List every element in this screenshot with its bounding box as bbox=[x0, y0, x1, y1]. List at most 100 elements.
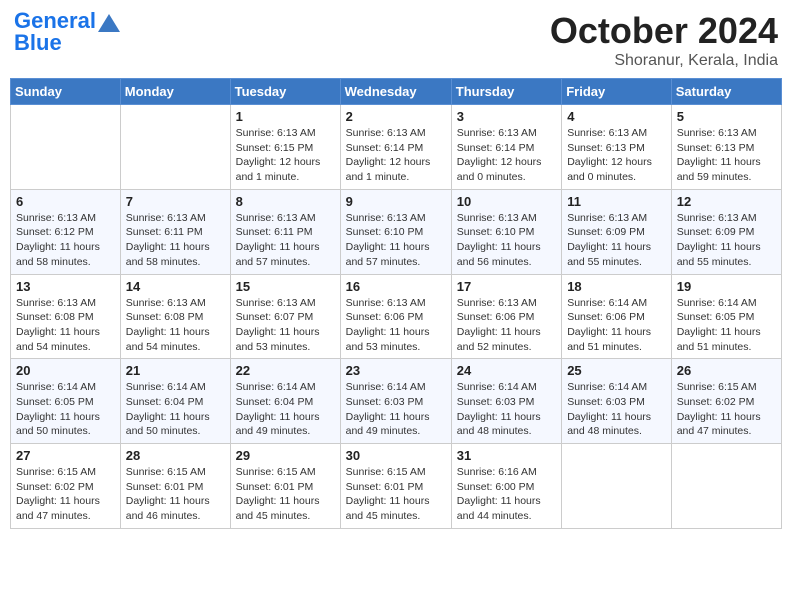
calendar-cell bbox=[11, 105, 121, 190]
calendar-cell: 3Sunrise: 6:13 AMSunset: 6:14 PMDaylight… bbox=[451, 105, 561, 190]
calendar-cell: 4 Sunrise: 6:13 AMSunset: 6:13 PMDaylight… bbox=[562, 105, 672, 190]
calendar-cell: 21 Sunrise: 6:14 AMSunset: 6:04 PMDayligh… bbox=[120, 359, 230, 444]
calendar-cell: 30 Sunrise: 6:15 AMSunset: 6:01 PMDayligh… bbox=[340, 444, 451, 529]
day-info: Sunrise: 6:13 AMSunset: 6:08 PMDaylight:… bbox=[16, 296, 115, 355]
day-number: 18 bbox=[567, 279, 666, 294]
day-info: Sunrise: 6:13 AMSunset: 6:13 PMDaylight:… bbox=[677, 126, 776, 185]
calendar-week-2: 6 Sunrise: 6:13 AMSunset: 6:12 PMDaylight… bbox=[11, 189, 782, 274]
day-number: 21 bbox=[126, 363, 225, 378]
day-info: Sunrise: 6:13 AMSunset: 6:09 PMDaylight:… bbox=[567, 211, 666, 270]
calendar-cell: 19Sunrise: 6:14 AMSunset: 6:05 PMDayligh… bbox=[671, 274, 781, 359]
day-number: 14 bbox=[126, 279, 225, 294]
calendar-cell: 15Sunrise: 6:13 AMSunset: 6:07 PMDayligh… bbox=[230, 274, 340, 359]
calendar-title: October 2024 bbox=[550, 10, 778, 52]
calendar-cell: 6 Sunrise: 6:13 AMSunset: 6:12 PMDaylight… bbox=[11, 189, 121, 274]
day-number: 11 bbox=[567, 194, 666, 209]
logo-text: GeneralBlue bbox=[14, 10, 96, 54]
day-number: 5 bbox=[677, 109, 776, 124]
calendar-week-1: 1 Sunrise: 6:13 AMSunset: 6:15 PMDaylight… bbox=[11, 105, 782, 190]
day-info: Sunrise: 6:13 AMSunset: 6:15 PMDaylight:… bbox=[236, 126, 335, 185]
day-info: Sunrise: 6:13 AMSunset: 6:13 PMDaylight:… bbox=[567, 126, 666, 185]
day-number: 19 bbox=[677, 279, 776, 294]
day-info: Sunrise: 6:13 AMSunset: 6:06 PMDaylight:… bbox=[346, 296, 446, 355]
day-number: 22 bbox=[236, 363, 335, 378]
day-header-friday: Friday bbox=[562, 79, 672, 105]
day-info: Sunrise: 6:14 AMSunset: 6:03 PMDaylight:… bbox=[346, 380, 446, 439]
calendar-cell: 31 Sunrise: 6:16 AMSunset: 6:00 PMDayligh… bbox=[451, 444, 561, 529]
day-info: Sunrise: 6:13 AMSunset: 6:07 PMDaylight:… bbox=[236, 296, 335, 355]
calendar-cell: 18 Sunrise: 6:14 AMSunset: 6:06 PMDayligh… bbox=[562, 274, 672, 359]
day-info: Sunrise: 6:13 AMSunset: 6:14 PMDaylight:… bbox=[457, 126, 556, 185]
day-number: 29 bbox=[236, 448, 335, 463]
day-number: 27 bbox=[16, 448, 115, 463]
day-number: 2 bbox=[346, 109, 446, 124]
calendar-cell: 10 Sunrise: 6:13 AMSunset: 6:10 PMDayligh… bbox=[451, 189, 561, 274]
calendar-cell: 17Sunrise: 6:13 AMSunset: 6:06 PMDayligh… bbox=[451, 274, 561, 359]
calendar-cell: 14 Sunrise: 6:13 AMSunset: 6:08 PMDayligh… bbox=[120, 274, 230, 359]
day-info: Sunrise: 6:13 AMSunset: 6:08 PMDaylight:… bbox=[126, 296, 225, 355]
day-header-wednesday: Wednesday bbox=[340, 79, 451, 105]
day-info: Sunrise: 6:14 AMSunset: 6:05 PMDaylight:… bbox=[16, 380, 115, 439]
day-info: Sunrise: 6:13 AMSunset: 6:10 PMDaylight:… bbox=[346, 211, 446, 270]
day-info: Sunrise: 6:14 AMSunset: 6:04 PMDaylight:… bbox=[126, 380, 225, 439]
calendar-cell: 1 Sunrise: 6:13 AMSunset: 6:15 PMDaylight… bbox=[230, 105, 340, 190]
day-number: 4 bbox=[567, 109, 666, 124]
calendar-cell: 7 Sunrise: 6:13 AMSunset: 6:11 PMDaylight… bbox=[120, 189, 230, 274]
day-header-sunday: Sunday bbox=[11, 79, 121, 105]
calendar-cell: 26Sunrise: 6:15 AMSunset: 6:02 PMDayligh… bbox=[671, 359, 781, 444]
page-header: GeneralBlue October 2024 Shoranur, Keral… bbox=[10, 10, 782, 70]
calendar-cell: 12Sunrise: 6:13 AMSunset: 6:09 PMDayligh… bbox=[671, 189, 781, 274]
calendar-cell: 29 Sunrise: 6:15 AMSunset: 6:01 PMDayligh… bbox=[230, 444, 340, 529]
calendar-subtitle: Shoranur, Kerala, India bbox=[550, 52, 778, 70]
day-number: 1 bbox=[236, 109, 335, 124]
calendar-table: SundayMondayTuesdayWednesdayThursdayFrid… bbox=[10, 78, 782, 529]
day-number: 9 bbox=[346, 194, 446, 209]
day-info: Sunrise: 6:13 AMSunset: 6:11 PMDaylight:… bbox=[236, 211, 335, 270]
title-block: October 2024 Shoranur, Kerala, India bbox=[550, 10, 778, 70]
calendar-cell: 22 Sunrise: 6:14 AMSunset: 6:04 PMDayligh… bbox=[230, 359, 340, 444]
day-header-saturday: Saturday bbox=[671, 79, 781, 105]
day-header-thursday: Thursday bbox=[451, 79, 561, 105]
day-number: 7 bbox=[126, 194, 225, 209]
calendar-cell: 24Sunrise: 6:14 AMSunset: 6:03 PMDayligh… bbox=[451, 359, 561, 444]
day-info: Sunrise: 6:15 AMSunset: 6:01 PMDaylight:… bbox=[236, 465, 335, 524]
day-number: 6 bbox=[16, 194, 115, 209]
calendar-week-4: 20 Sunrise: 6:14 AMSunset: 6:05 PMDayligh… bbox=[11, 359, 782, 444]
calendar-cell: 9 Sunrise: 6:13 AMSunset: 6:10 PMDaylight… bbox=[340, 189, 451, 274]
calendar-cell: 11 Sunrise: 6:13 AMSunset: 6:09 PMDayligh… bbox=[562, 189, 672, 274]
day-info: Sunrise: 6:13 AMSunset: 6:12 PMDaylight:… bbox=[16, 211, 115, 270]
day-info: Sunrise: 6:15 AMSunset: 6:01 PMDaylight:… bbox=[346, 465, 446, 524]
day-number: 30 bbox=[346, 448, 446, 463]
calendar-cell: 27Sunrise: 6:15 AMSunset: 6:02 PMDayligh… bbox=[11, 444, 121, 529]
calendar-cell: 8 Sunrise: 6:13 AMSunset: 6:11 PMDaylight… bbox=[230, 189, 340, 274]
day-number: 10 bbox=[457, 194, 556, 209]
day-info: Sunrise: 6:14 AMSunset: 6:03 PMDaylight:… bbox=[567, 380, 666, 439]
day-number: 20 bbox=[16, 363, 115, 378]
calendar-cell: 23Sunrise: 6:14 AMSunset: 6:03 PMDayligh… bbox=[340, 359, 451, 444]
logo: GeneralBlue bbox=[14, 10, 120, 54]
calendar-cell: 20 Sunrise: 6:14 AMSunset: 6:05 PMDayligh… bbox=[11, 359, 121, 444]
day-number: 28 bbox=[126, 448, 225, 463]
day-number: 16 bbox=[346, 279, 446, 294]
day-number: 13 bbox=[16, 279, 115, 294]
calendar-cell bbox=[120, 105, 230, 190]
day-number: 8 bbox=[236, 194, 335, 209]
day-info: Sunrise: 6:14 AMSunset: 6:04 PMDaylight:… bbox=[236, 380, 335, 439]
day-info: Sunrise: 6:14 AMSunset: 6:06 PMDaylight:… bbox=[567, 296, 666, 355]
day-number: 26 bbox=[677, 363, 776, 378]
day-info: Sunrise: 6:13 AMSunset: 6:10 PMDaylight:… bbox=[457, 211, 556, 270]
day-number: 31 bbox=[457, 448, 556, 463]
day-info: Sunrise: 6:15 AMSunset: 6:01 PMDaylight:… bbox=[126, 465, 225, 524]
day-info: Sunrise: 6:13 AMSunset: 6:11 PMDaylight:… bbox=[126, 211, 225, 270]
calendar-cell: 13 Sunrise: 6:13 AMSunset: 6:08 PMDayligh… bbox=[11, 274, 121, 359]
calendar-cell: 5 Sunrise: 6:13 AMSunset: 6:13 PMDaylight… bbox=[671, 105, 781, 190]
calendar-cell: 28 Sunrise: 6:15 AMSunset: 6:01 PMDayligh… bbox=[120, 444, 230, 529]
day-number: 12 bbox=[677, 194, 776, 209]
day-number: 25 bbox=[567, 363, 666, 378]
day-number: 24 bbox=[457, 363, 556, 378]
day-number: 17 bbox=[457, 279, 556, 294]
day-info: Sunrise: 6:16 AMSunset: 6:00 PMDaylight:… bbox=[457, 465, 556, 524]
calendar-week-5: 27Sunrise: 6:15 AMSunset: 6:02 PMDayligh… bbox=[11, 444, 782, 529]
logo-icon bbox=[98, 14, 120, 32]
day-header-tuesday: Tuesday bbox=[230, 79, 340, 105]
